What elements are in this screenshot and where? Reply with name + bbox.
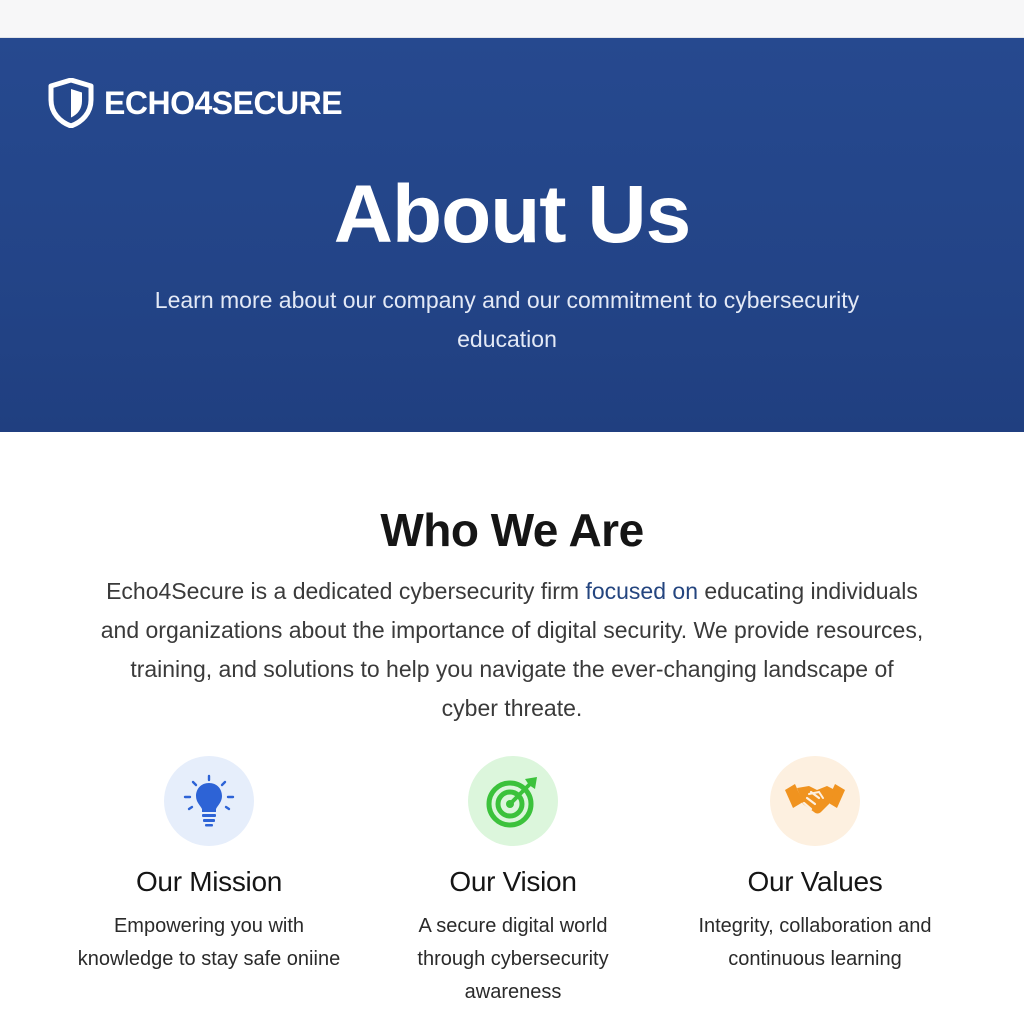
vision-card: Our Vision A secure digital world throug… [368,756,658,1009]
mission-card: Our Mission Empowering you with knowledg… [64,756,354,976]
handshake-icon [785,784,845,814]
mission-icon-circle [164,756,254,846]
brand-name: ECHO4SECURE [104,84,343,121]
who-we-are-text: Echo4Secure is a dedicated cybersecurity… [100,572,924,728]
target-icon [486,777,537,828]
values-card: Our Values Integrity, collaboration and … [670,756,960,976]
vision-title: Our Vision [449,866,577,897]
who-we-are-text-accent: focused on [585,578,698,604]
who-we-are-text-part-1: Echo4Secure is a dedicated cybersecurity… [106,578,586,604]
hero-subtitle: Learn more about our company and our com… [154,287,860,352]
page-title: About Us [333,169,691,260]
browser-top-bar [0,0,1024,38]
mission-text: Empowering you with knowledge to stay sa… [77,915,341,970]
hero-section: ECHO4SECURE About Us Learn more about ou… [0,38,1024,432]
vision-text: A secure digital world through cybersecu… [417,915,609,1003]
mission-title: Our Mission [135,866,283,897]
vision-icon-circle [468,756,558,846]
values-text: Integrity, collaboration and continuous … [698,915,932,970]
brand-logo-link[interactable]: ECHO4SECURE [48,78,343,128]
values-title: Our Values [747,866,883,897]
shield-icon [48,78,94,128]
who-we-are-heading: Who We Are [380,504,644,556]
lightbulb-icon [183,774,235,827]
values-icon-circle [770,756,860,846]
